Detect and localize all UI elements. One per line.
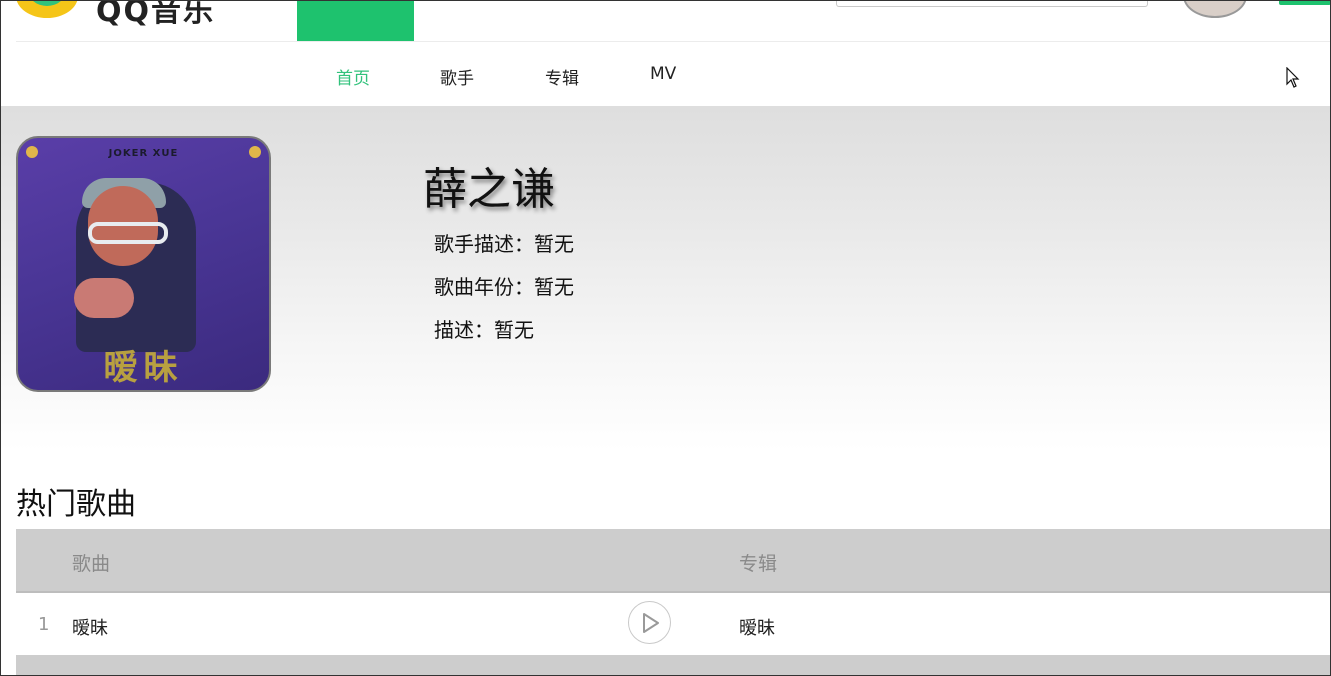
nav-item-home[interactable]: 首页 — [336, 64, 370, 89]
nav-item-album[interactable]: 专辑 — [545, 64, 579, 89]
artist-name: 薛之谦 — [423, 164, 555, 215]
search-input[interactable] — [836, 0, 1148, 7]
artist-cover-image: JOKER XUE 暧昧 — [16, 136, 271, 392]
play-icon — [643, 613, 659, 633]
song-index: 1 — [38, 614, 50, 635]
artist-song-year: 歌曲年份：暂无 — [434, 275, 574, 299]
column-header-song: 歌曲 — [72, 553, 111, 575]
top-header: QQ音乐 — [0, 0, 1331, 42]
column-header-album: 专辑 — [739, 553, 778, 575]
user-avatar[interactable] — [1183, 0, 1247, 18]
mouse-cursor-icon — [1286, 67, 1300, 88]
cover-hand — [74, 278, 134, 318]
qq-music-logo-icon[interactable] — [16, 0, 78, 18]
nav-item-singer[interactable]: 歌手 — [440, 64, 474, 89]
table-row[interactable]: 1 暧昧 暧昧 — [16, 595, 1331, 653]
nav-active-block[interactable] — [297, 0, 414, 41]
artist-description: 歌手描述：暂无 — [434, 232, 574, 256]
cover-brand-text: JOKER XUE — [108, 148, 179, 159]
song-album[interactable]: 暧昧 — [739, 614, 775, 640]
hot-songs-title: 热门歌曲 — [16, 487, 136, 522]
login-button[interactable] — [1279, 0, 1331, 5]
sub-nav: 首页 歌手 专辑 MV — [0, 42, 1331, 106]
play-button[interactable] — [628, 601, 671, 644]
logo-text[interactable]: QQ音乐 — [96, 0, 215, 30]
table-row[interactable] — [16, 655, 1331, 676]
artist-note: 描述：暂无 — [434, 318, 534, 342]
songs-table-header: 歌曲 专辑 — [16, 529, 1331, 593]
nav-item-mv[interactable]: MV — [650, 64, 676, 84]
song-title[interactable]: 暧昧 — [72, 614, 108, 640]
cover-glasses — [88, 222, 168, 244]
cover-album-title: 暧昧 — [103, 348, 184, 388]
